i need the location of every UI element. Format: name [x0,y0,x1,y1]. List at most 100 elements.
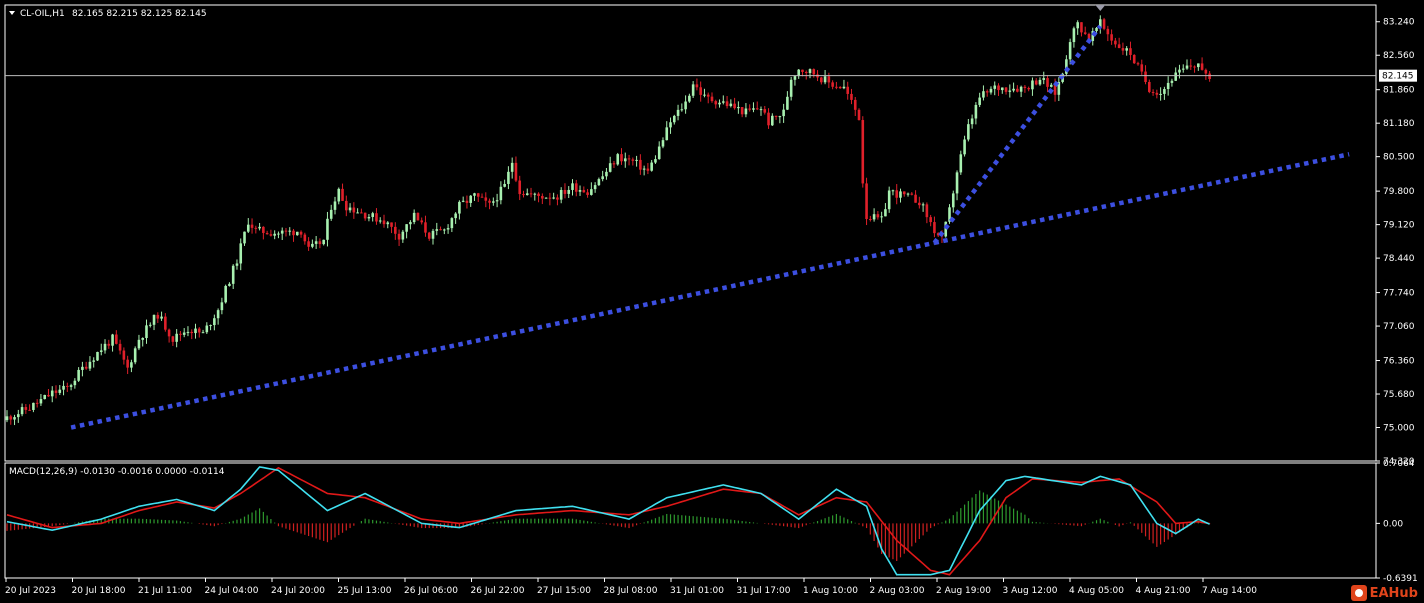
candle-body-bear [439,229,442,231]
candle-body-bull [133,348,137,363]
brand-text: EAHub [1369,585,1418,601]
candle-body-bull [590,189,593,195]
candle-body-bull [20,407,24,415]
candle-body-bear [699,87,702,95]
candle-body-bear [394,226,397,234]
candle-body-bear [767,112,770,126]
candle-body-bear [1027,88,1030,90]
candle-body-bear [846,86,850,94]
candle-body-bear [164,316,167,330]
candle-body-bear [748,108,751,110]
candle-body-bear [1193,66,1196,68]
candle-body-bull [1000,87,1004,91]
candle-body-bear [171,336,175,342]
candle-body-bear [895,190,899,198]
macd-axis-tick-label: 0.7064 [1383,459,1415,469]
candle-body-bull [959,154,963,173]
candle-body-bull [722,101,725,103]
candle-body-bull [348,207,352,211]
candle-body-bull [974,104,978,119]
price-axis-tick-label: 80.500 [1383,153,1415,163]
price-chart[interactable]: 83.240 82.560 81.860 81.180 80.500 79.800 79.1… [0,0,1424,603]
macd-axis-tick-label: -0.6391 [1383,574,1418,584]
candle-body-bull [77,369,80,381]
candle-body-bull [273,233,276,236]
time-axis-tick-label: 27 Jul 15:00 [537,586,591,596]
time-axis-tick-label: 3 Aug 12:00 [1003,586,1058,596]
candle-body-bull [661,140,665,147]
price-axis-tick-label: 77.740 [1383,289,1415,299]
candle-body-bear [835,86,838,88]
candle-body-bear [850,93,853,100]
candle-body-bear [861,120,865,184]
macd-axis-tick-label: 0.00 [1383,519,1403,529]
candle-body-bull [450,218,454,229]
candle-body-bear [480,196,484,198]
candle-body-bull [967,124,970,140]
candle-body-bull [295,231,299,236]
price-axis[interactable]: 83.240 82.560 81.860 81.180 80.500 79.800 79.1… [1376,18,1415,467]
candle-body-bear [740,107,744,115]
candle-body-bear [179,333,182,335]
macd-axis[interactable]: 0.7064 0.00 -0.6391 [1376,459,1418,584]
price-axis-tick-label: 81.180 [1383,119,1415,129]
candle-body-bull [759,109,763,111]
candle-body-bear [804,71,808,73]
candle-body-bear [1004,87,1008,92]
candle-body-bear [156,314,160,319]
candle-body-bull [691,84,695,96]
candle-body-bear [345,200,348,211]
candle-body-bull [1076,22,1079,29]
candle-body-bear [563,189,567,194]
candle-body-bear [416,212,420,221]
candle-body-bull [152,314,156,325]
candle-body-bear [1132,54,1136,64]
candle-body-bull [443,229,446,231]
candle-body-bull [231,265,235,284]
candle-body-bull [378,220,382,222]
candle-body-bull [1038,79,1042,85]
candle-body-bull [1012,88,1015,91]
candle-body-bear [774,115,778,117]
candle-body-bull [39,399,43,404]
candle-body-bull [635,159,638,161]
candle-body-bull [669,122,672,128]
candle-body-bull [1174,72,1177,81]
candle-body-bull [209,325,212,327]
candle-body-bull [1159,93,1162,95]
candle-body-bull [205,325,209,333]
time-axis[interactable]: 20 Jul 2023 20 Jul 18:00 21 Jul 11:00 24 Ju… [5,578,1257,596]
candle-body-bull [99,350,103,352]
candle-body-bear [914,194,917,203]
candle-body-bear [1136,63,1140,65]
candle-body-bull [657,146,661,160]
candle-body-bear [465,200,469,203]
candle-body-bull [1095,27,1098,32]
candle-body-bull [141,338,145,340]
candle-body-bear [733,103,736,109]
candle-body-bull [1049,84,1053,87]
candle-body-bull [145,325,148,339]
candle-body-bull [50,390,54,397]
candle-body-bull [510,162,514,172]
candle-body-bear [755,108,759,110]
candle-body-bear [1106,28,1110,35]
candle-body-bear [84,366,88,369]
candle-body-bear [363,212,367,219]
time-axis-tick-label: 2 Aug 03:00 [870,586,925,596]
candle-body-bear [262,226,265,233]
candle-body-bear [831,82,834,87]
candle-body-bear [250,224,254,228]
candle-body-bull [616,154,620,165]
candle-body-bull [608,163,612,172]
candle-body-bull [435,229,439,231]
candle-body-bull [216,310,220,319]
macd-panel: 0.7064 0.00 -0.6391 MACD(12,26,9) -0.0130 … [4,459,1418,584]
candle-body-bull [96,351,99,361]
candle-body-bear [390,222,393,227]
candle-body-bull [473,193,476,196]
time-axis-tick-label: 26 Jul 22:00 [471,586,525,596]
candle-body-bear [1208,73,1211,80]
candle-body-bear [1151,91,1155,93]
candle-body-bull [665,127,669,141]
